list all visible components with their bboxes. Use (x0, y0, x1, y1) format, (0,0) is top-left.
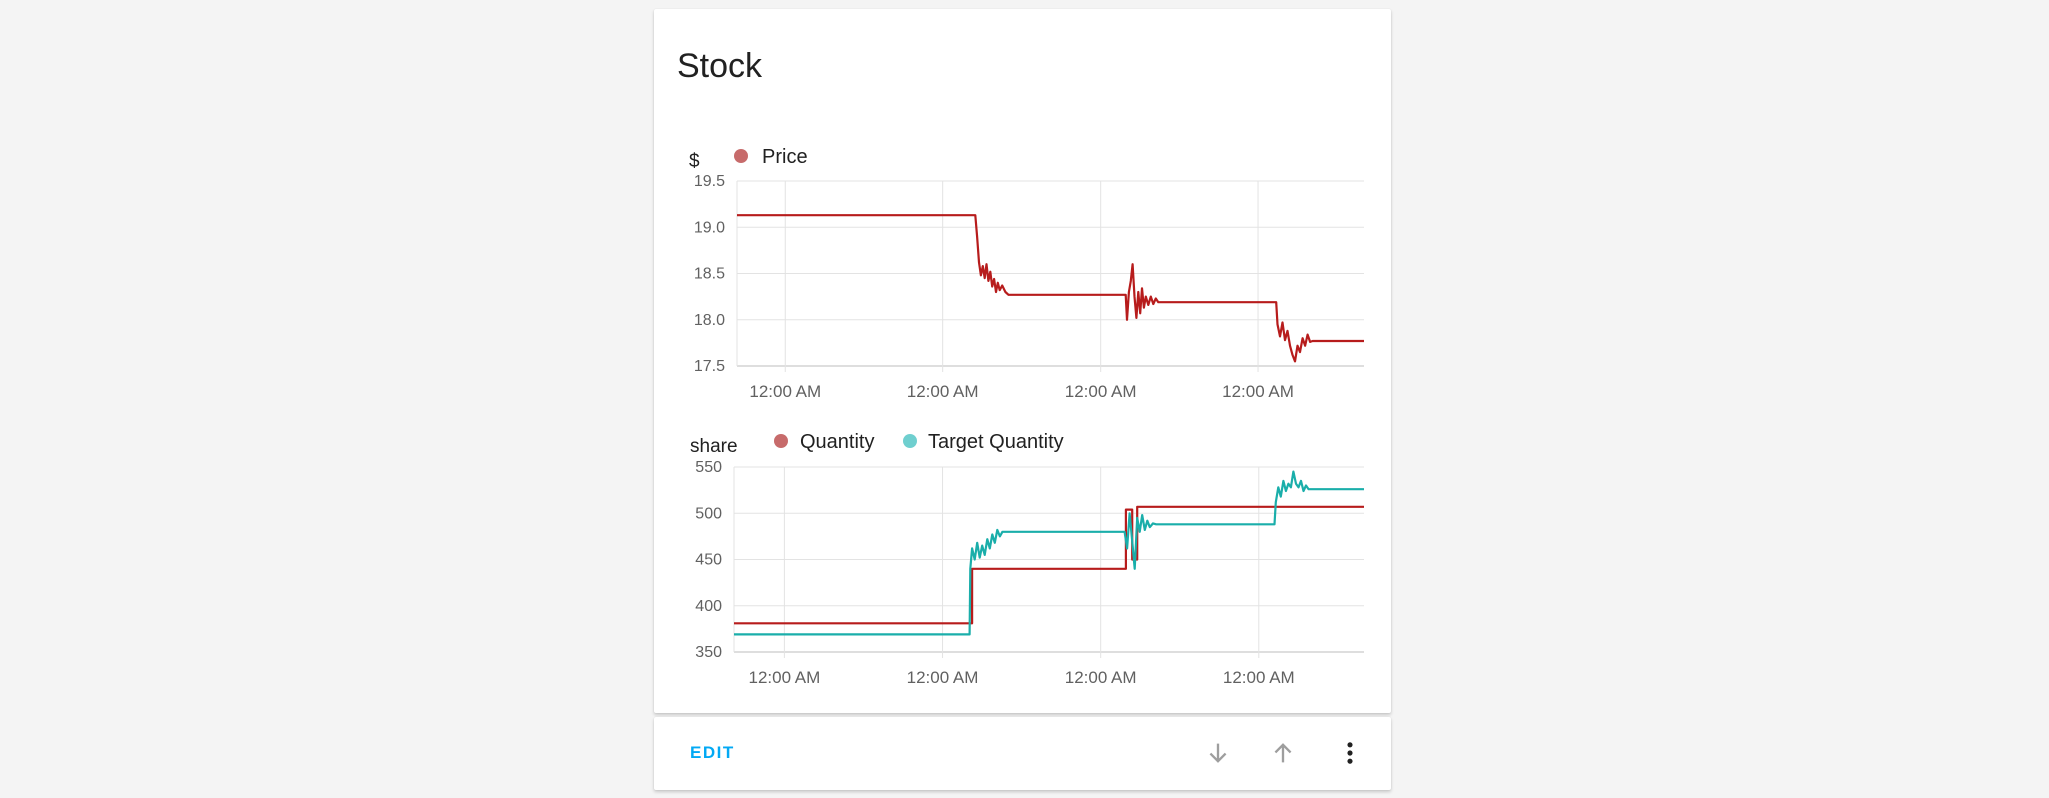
price-unit-label: $ (689, 151, 700, 172)
price-series (737, 214, 1364, 363)
arrow-up-icon (1274, 743, 1292, 763)
legend-price-swatch[interactable] (734, 149, 748, 163)
y-tick-label: 350 (695, 644, 722, 661)
legend-price-label[interactable]: Price (762, 146, 808, 168)
quantity-x-ticks: 12:00 AM 12:00 AM 12:00 AM 12:00 AM (748, 668, 1294, 687)
quantity-chart: share Quantity Target Quantity 550 500 450… (690, 431, 1364, 687)
stock-card: Stock $ Price 19.5 19.0 18.5 18.0 17.5 12:00… (654, 9, 1391, 713)
x-tick-label: 12:00 AM (907, 382, 979, 401)
legend-quantity-label[interactable]: Quantity (800, 431, 874, 453)
card-title: Stock (677, 47, 763, 85)
y-tick-label: 18.5 (694, 266, 725, 283)
y-tick-label: 19.5 (694, 173, 725, 190)
price-chart: $ Price 19.519.018.518.017.5 12:00 AM 12:… (689, 146, 1364, 401)
arrow-down-icon (1209, 743, 1227, 763)
quantity-series (734, 470, 1364, 636)
legend-target-quantity-swatch[interactable] (903, 434, 917, 448)
edit-button[interactable]: EDIT (690, 743, 735, 763)
card-actions: EDIT (654, 717, 1391, 790)
legend-quantity-swatch[interactable] (774, 434, 788, 448)
x-tick-label: 12:00 AM (1222, 382, 1294, 401)
legend-target-quantity-label[interactable]: Target Quantity (928, 431, 1064, 453)
x-tick-label: 12:00 AM (1223, 668, 1295, 687)
y-tick-label: 500 (695, 505, 722, 522)
more-vertical-icon (1347, 742, 1353, 764)
x-tick-label: 12:00 AM (748, 668, 820, 687)
quantity-y-ticks: 550 500 450 400 350 (695, 459, 722, 661)
x-tick-label: 12:00 AM (1065, 382, 1137, 401)
series-line-target-quantity (734, 470, 1364, 636)
y-tick-label: 450 (695, 552, 722, 569)
move-up-button[interactable] (1265, 735, 1301, 771)
y-tick-label: 18.0 (694, 312, 725, 329)
x-tick-label: 12:00 AM (749, 382, 821, 401)
series-line-price (737, 214, 1364, 363)
y-tick-label: 550 (695, 459, 722, 476)
x-tick-label: 12:00 AM (907, 668, 979, 687)
quantity-unit-label: share (690, 436, 738, 457)
price-x-ticks: 12:00 AM 12:00 AM 12:00 AM 12:00 AM (749, 382, 1294, 401)
y-tick-label: 400 (695, 598, 722, 615)
price-y-ticks: 19.5 19.0 18.5 18.0 17.5 (694, 173, 725, 375)
price-grid (736, 180, 1364, 372)
more-options-button[interactable] (1332, 735, 1368, 771)
quantity-grid (733, 466, 1364, 658)
move-down-button[interactable] (1200, 735, 1236, 771)
y-tick-label: 19.0 (694, 219, 725, 236)
x-tick-label: 12:00 AM (1065, 668, 1137, 687)
y-tick-label: 17.5 (694, 358, 725, 375)
